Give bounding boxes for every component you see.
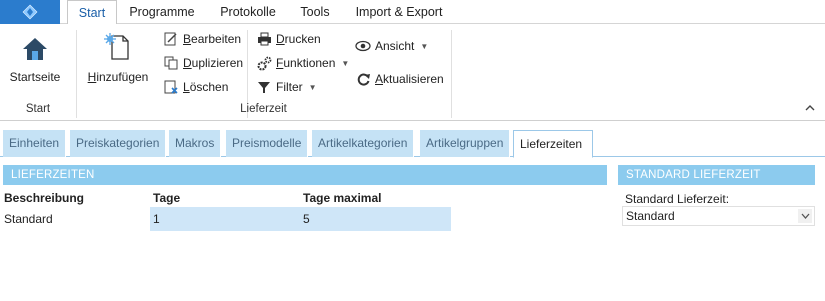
duplizieren-button[interactable]: Duplizieren — [163, 53, 243, 73]
ribbon-group-lieferzeit-label: Lieferzeit — [240, 103, 287, 115]
cell-tage-maximal[interactable]: 5 — [300, 207, 451, 231]
section-tabs: Einheiten Preiskategorien Makros Preismo… — [0, 130, 825, 158]
ribbon-separator — [451, 30, 452, 118]
tab-artikelgruppen[interactable]: Artikelgruppen — [420, 130, 511, 157]
app-menu-button[interactable] — [0, 0, 60, 24]
standard-lieferzeit-label: Standard Lieferzeit: — [625, 192, 730, 206]
aktualisieren-button[interactable]: Aktualisieren — [355, 69, 444, 89]
tab-preiskategorien[interactable]: Preiskategorien — [70, 130, 167, 157]
tab-einheiten[interactable]: Einheiten — [3, 130, 67, 157]
ribbon-collapse-button[interactable] — [804, 102, 818, 116]
tab-preismodelle[interactable]: Preismodelle — [226, 130, 309, 157]
menu-bar: Start Programme Protokolle Tools Import … — [0, 0, 825, 25]
eye-icon — [355, 38, 371, 54]
menu-tab-programme[interactable]: Programme — [124, 0, 200, 24]
startseite-label: Startseite — [9, 70, 61, 84]
tab-lieferzeiten[interactable]: Lieferzeiten — [513, 130, 593, 158]
chevron-down-icon: ▼ — [308, 82, 317, 92]
menu-tab-start[interactable]: Start — [67, 0, 117, 25]
standard-lieferzeit-value: Standard — [626, 209, 675, 223]
hinzufuegen-label: Hinzufügen — [87, 70, 149, 84]
menu-tab-tools[interactable]: Tools — [293, 0, 337, 24]
hinzufuegen-button[interactable]: Hinzufügen — [82, 32, 154, 94]
refresh-icon — [355, 71, 371, 87]
ribbon: Startseite Start Hinzufügen Bearbeiten D… — [0, 24, 825, 121]
gears-icon — [256, 55, 272, 71]
chevron-down-icon: ▼ — [420, 41, 429, 51]
filter-button[interactable]: Filter ▼ — [256, 77, 317, 97]
printer-icon — [256, 31, 272, 47]
table-row[interactable]: Standard 1 5 — [0, 207, 452, 231]
chevron-up-icon — [805, 105, 815, 111]
cell-tage[interactable]: 1 — [150, 207, 300, 231]
new-document-icon — [104, 33, 129, 60]
bearbeiten-button[interactable]: Bearbeiten — [163, 29, 241, 49]
duplicate-icon — [163, 55, 179, 71]
cell-beschreibung[interactable]: Standard — [1, 207, 150, 231]
home-icon — [23, 38, 47, 60]
filter-icon — [256, 79, 272, 95]
lieferzeiten-section-header: LIEFERZEITEN — [3, 165, 607, 185]
edit-icon — [163, 31, 179, 47]
app-window: Start Programme Protokolle Tools Import … — [0, 0, 825, 301]
app-logo-icon — [22, 4, 38, 20]
loeschen-button[interactable]: Löschen — [163, 77, 228, 97]
column-header-tage[interactable]: Tage — [153, 191, 180, 205]
menu-tab-protokolle[interactable]: Protokolle — [210, 0, 286, 24]
delete-document-icon — [163, 79, 179, 95]
column-header-tage-maximal[interactable]: Tage maximal — [303, 191, 381, 205]
ansicht-button[interactable]: Ansicht ▼ — [355, 36, 428, 56]
standard-lieferzeit-section-header: STANDARD LIEFERZEIT — [618, 165, 815, 185]
funktionen-button[interactable]: Funktionen ▼ — [256, 53, 349, 73]
tab-artikelkategorien[interactable]: Artikelkategorien — [312, 130, 415, 157]
menu-tab-import-export[interactable]: Import & Export — [348, 0, 450, 24]
chevron-down-icon: ▼ — [341, 58, 350, 68]
drucken-button[interactable]: Drucken — [256, 29, 321, 49]
standard-lieferzeit-select[interactable]: Standard — [622, 206, 815, 226]
ribbon-group-start-label: Start — [25, 103, 51, 115]
chevron-down-icon[interactable] — [798, 209, 812, 223]
column-header-beschreibung[interactable]: Beschreibung — [4, 191, 84, 205]
tab-makros[interactable]: Makros — [169, 130, 222, 157]
startseite-button[interactable]: Startseite — [6, 34, 64, 94]
